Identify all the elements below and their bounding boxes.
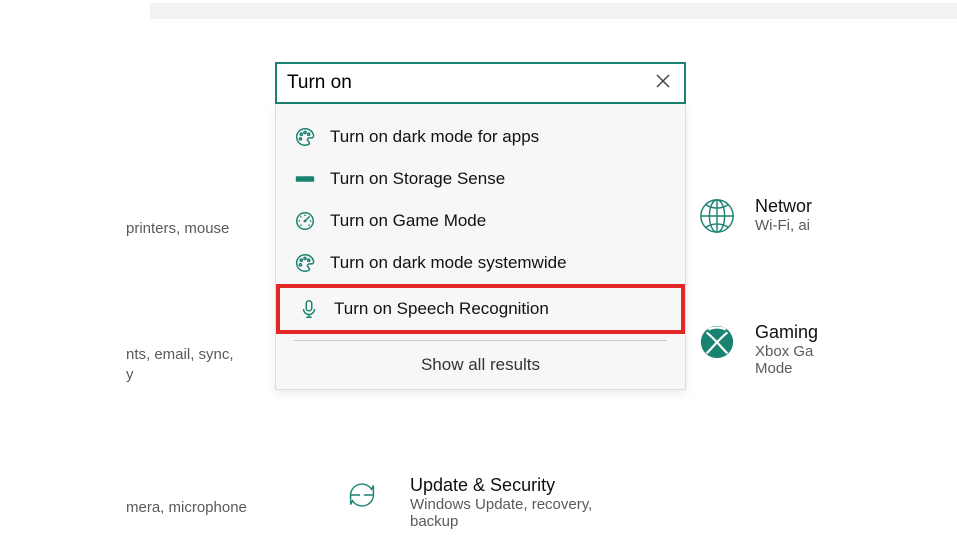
update-security-tile[interactable]: Update & Security Windows Update, recove…	[342, 475, 620, 530]
suggestion-label: Turn on Game Mode	[330, 211, 486, 231]
search-overlay: Turn on dark mode for apps Turn on Stora…	[275, 62, 686, 390]
suggestion-game-mode[interactable]: Turn on Game Mode	[276, 200, 685, 242]
storage-icon	[294, 168, 316, 190]
xbox-icon	[697, 322, 737, 362]
suggestion-label: Turn on Storage Sense	[330, 169, 505, 189]
accounts-subtitle-line1: nts, email, sync,	[126, 345, 234, 365]
clear-search-button[interactable]	[652, 70, 674, 97]
palette-icon	[294, 252, 316, 274]
suggestion-speech-recognition[interactable]: Turn on Speech Recognition	[276, 284, 685, 334]
gaming-tile[interactable]: Gaming Xbox Ga Mode	[697, 322, 818, 377]
gaming-subtitle-line1: Xbox Ga	[755, 343, 818, 360]
globe-icon	[697, 196, 737, 236]
suggestion-storage-sense[interactable]: Turn on Storage Sense	[276, 158, 685, 200]
update-title: Update & Security	[410, 475, 620, 496]
devices-subtitle: printers, mouse	[126, 219, 229, 239]
suggestion-label: Turn on dark mode systemwide	[330, 253, 567, 273]
network-subtitle: Wi-Fi, ai	[755, 217, 812, 234]
microphone-icon	[298, 298, 320, 320]
suggestion-dark-mode-system[interactable]: Turn on dark mode systemwide	[276, 242, 685, 284]
search-suggestions: Turn on dark mode for apps Turn on Stora…	[275, 104, 686, 390]
network-title: Networ	[755, 196, 812, 217]
suggestion-label: Turn on dark mode for apps	[330, 127, 539, 147]
palette-icon	[294, 126, 316, 148]
search-box[interactable]	[275, 62, 686, 104]
network-tile[interactable]: Networ Wi-Fi, ai	[697, 196, 812, 236]
accounts-subtitle-line2: y	[126, 365, 134, 385]
search-input[interactable]	[287, 72, 652, 94]
sync-icon	[342, 475, 382, 515]
suggestion-dark-mode-apps[interactable]: Turn on dark mode for apps	[276, 116, 685, 158]
show-all-results[interactable]: Show all results	[276, 341, 685, 389]
privacy-subtitle: mera, microphone	[126, 498, 247, 518]
update-subtitle: Windows Update, recovery, backup	[410, 496, 620, 530]
gaming-subtitle-line2: Mode	[755, 360, 818, 377]
suggestion-label: Turn on Speech Recognition	[334, 299, 549, 319]
gauge-icon	[294, 210, 316, 232]
gaming-title: Gaming	[755, 322, 818, 343]
